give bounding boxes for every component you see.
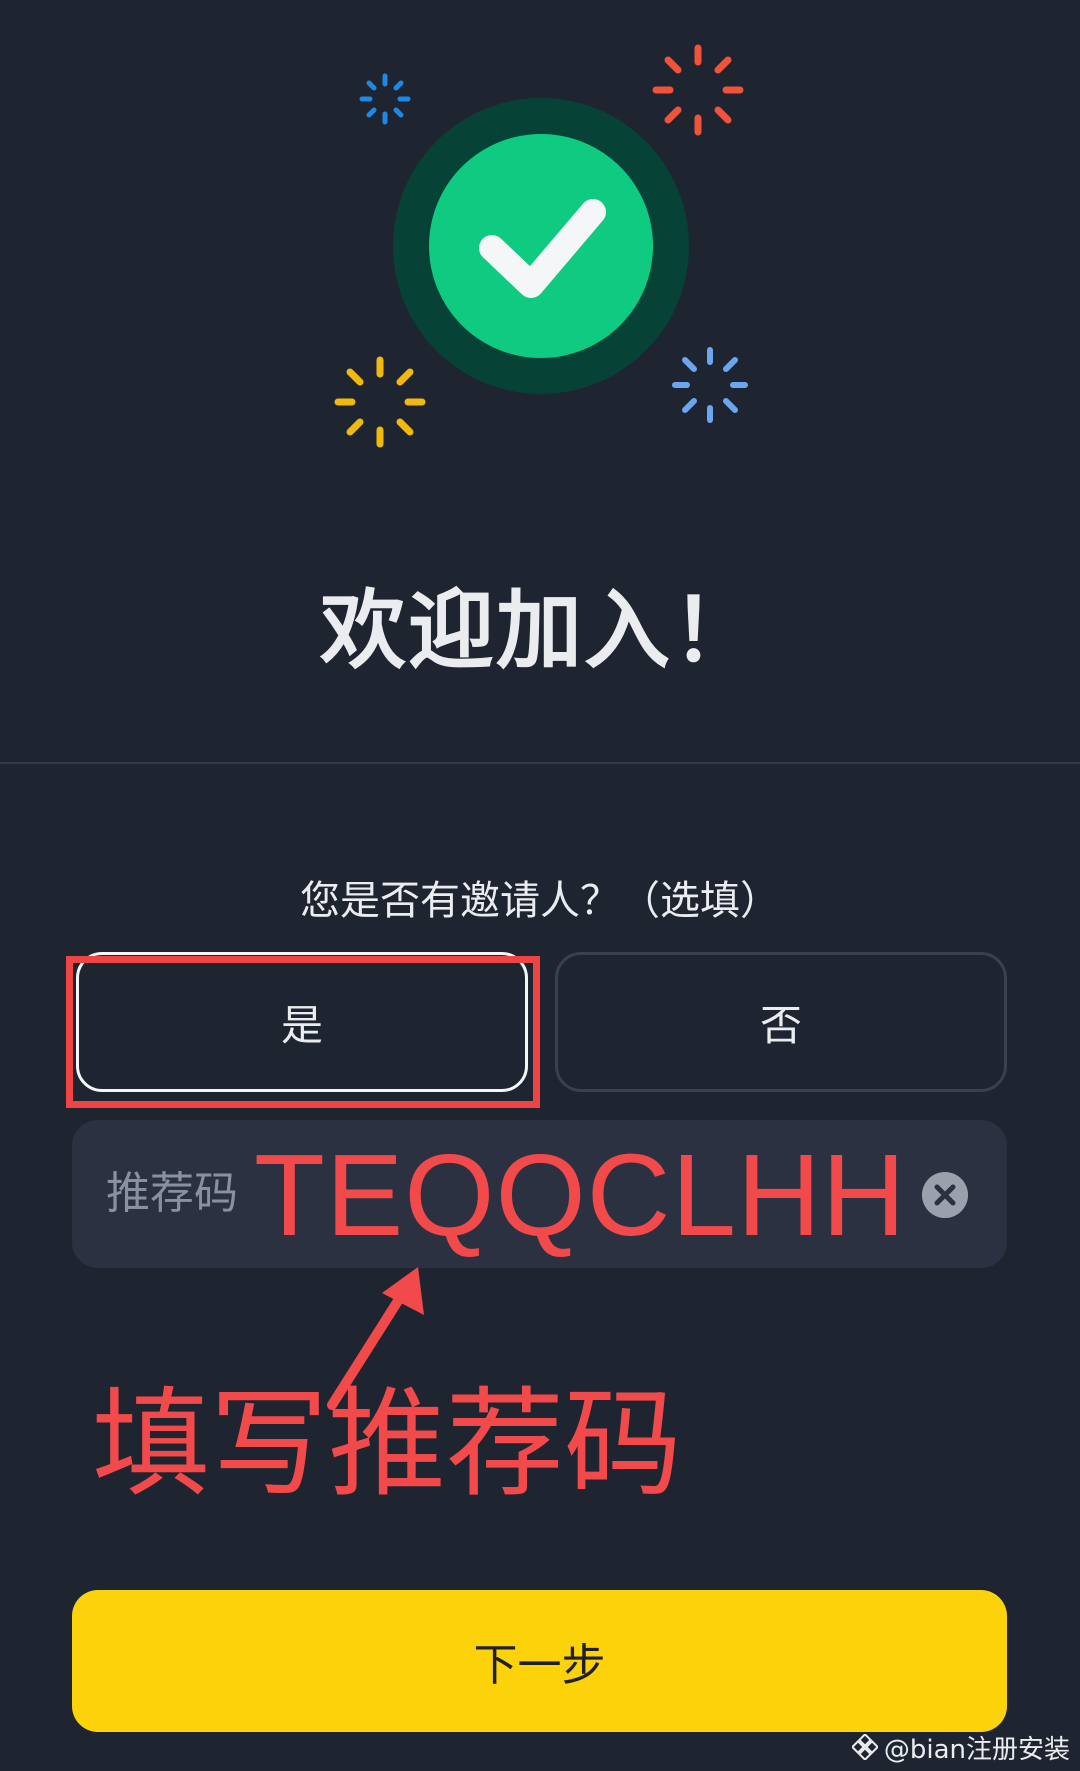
success-illustration [334, 44, 748, 448]
sparkle-icon [334, 356, 426, 448]
sparkle-icon [652, 44, 744, 136]
next-button[interactable]: 下一步 [72, 1590, 1007, 1732]
success-circle [429, 134, 653, 358]
sparkle-icon [672, 347, 748, 423]
watermark: @bian注册安装 [851, 1731, 1070, 1765]
binance-logo-icon [851, 1734, 878, 1760]
referral-code-value: TEQQCLHH [254, 1130, 907, 1260]
annotation-text: 填写推荐码 [92, 1375, 683, 1513]
divider [0, 762, 1080, 764]
page-title: 欢迎加入！ [320, 581, 760, 681]
watermark-text: @bian注册安装 [883, 1734, 1070, 1765]
no-button-label: 否 [759, 1000, 802, 1050]
referral-code-input[interactable]: 推荐码 TEQQCLHH [72, 1120, 1007, 1268]
sparkle-icon [359, 73, 411, 125]
no-button[interactable]: 否 [555, 952, 1007, 1092]
clear-icon[interactable] [922, 1172, 968, 1218]
referral-code-label: 推荐码 [106, 1168, 238, 1219]
referral-question: 您是否有邀请人？（选填） [300, 878, 780, 924]
annotation-highlight-box [66, 956, 540, 1108]
next-button-label: 下一步 [473, 1640, 606, 1691]
